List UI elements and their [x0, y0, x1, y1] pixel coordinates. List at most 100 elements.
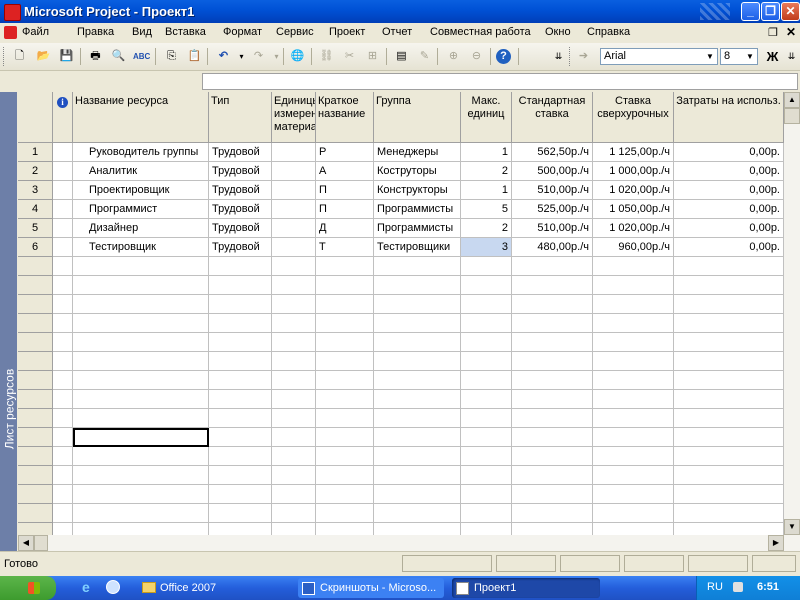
zoom-in-icon[interactable]: ⊕ — [445, 48, 462, 65]
new-icon[interactable]: 🗋 — [11, 48, 28, 65]
indicator-cell[interactable] — [53, 466, 73, 485]
cell-units[interactable] — [272, 219, 316, 238]
cell-name[interactable]: Тестировщик — [73, 238, 209, 257]
cell-std-rate[interactable] — [512, 409, 593, 428]
cell-ovt-rate[interactable] — [593, 409, 674, 428]
cell-cost-per-use[interactable] — [674, 485, 784, 504]
cell-group[interactable] — [374, 276, 461, 295]
cell-type[interactable] — [209, 314, 272, 333]
cell-cost-per-use[interactable] — [674, 333, 784, 352]
unlink-tasks-icon[interactable]: ✂ — [341, 48, 358, 65]
column-header-max-units[interactable]: Макс. единиц — [461, 92, 512, 143]
zoom-out-icon[interactable]: ⊖ — [468, 48, 485, 65]
row-header[interactable]: 4 — [18, 200, 53, 219]
cell-name[interactable] — [73, 447, 209, 466]
cell-type[interactable] — [209, 447, 272, 466]
cell-group[interactable] — [374, 466, 461, 485]
cell-max-units[interactable] — [461, 485, 512, 504]
language-indicator[interactable]: RU — [707, 581, 723, 593]
toolbar-options-icon[interactable]: ⇊ — [783, 48, 800, 65]
menu-help[interactable]: Справка — [587, 26, 630, 38]
cell-group[interactable] — [374, 485, 461, 504]
cell-std-rate[interactable]: 525,00р./ч — [512, 200, 593, 219]
column-header-cost-per-use[interactable]: Затраты на использ. — [674, 92, 784, 143]
cell-name[interactable] — [73, 390, 209, 409]
cell-max-units[interactable]: 2 — [461, 219, 512, 238]
cell-units[interactable] — [272, 257, 316, 276]
cell-cost-per-use[interactable]: 0,00р. — [674, 219, 784, 238]
column-header-group[interactable]: Группа — [374, 92, 461, 143]
menu-edit[interactable]: Правка — [77, 26, 114, 38]
cell-units[interactable] — [272, 409, 316, 428]
cell-type[interactable] — [209, 371, 272, 390]
cell-max-units[interactable] — [461, 390, 512, 409]
cell-ovt-rate[interactable] — [593, 466, 674, 485]
cell-std-rate[interactable] — [512, 485, 593, 504]
doc-restore-icon[interactable]: ❐ — [768, 26, 778, 39]
undo-dropdown-icon[interactable]: ▾ — [233, 48, 250, 65]
cell-group[interactable]: Программисты — [374, 200, 461, 219]
cell-max-units[interactable] — [461, 295, 512, 314]
hscroll-thumb[interactable] — [34, 535, 48, 551]
select-all-corner[interactable] — [18, 92, 53, 143]
cell-cost-per-use[interactable] — [674, 428, 784, 447]
cell-ovt-rate[interactable]: 1 020,00р./ч — [593, 181, 674, 200]
cell-std-rate[interactable] — [512, 352, 593, 371]
row-header[interactable]: 1 — [18, 143, 53, 162]
cell-max-units[interactable] — [461, 428, 512, 447]
cell-initials[interactable]: Т — [316, 238, 374, 257]
column-header-initials[interactable]: Краткое название — [316, 92, 374, 143]
cell-units[interactable] — [272, 352, 316, 371]
cell-ovt-rate[interactable]: 1 050,00р./ч — [593, 200, 674, 219]
indicator-cell[interactable] — [53, 238, 73, 257]
row-header[interactable] — [18, 314, 53, 333]
menu-file[interactable]: Файл — [22, 26, 49, 38]
menu-insert[interactable]: Вставка — [165, 26, 206, 38]
column-indicators[interactable]: i — [53, 92, 73, 143]
web-globe-icon[interactable]: 🌐 — [289, 48, 306, 65]
cell-type[interactable] — [209, 295, 272, 314]
row-header[interactable] — [18, 504, 53, 523]
cell-initials[interactable] — [316, 314, 374, 333]
close-button[interactable]: ✕ — [781, 2, 800, 21]
menu-tools[interactable]: Сервис — [276, 26, 314, 38]
cell-type[interactable] — [209, 428, 272, 447]
cell-group[interactable] — [374, 295, 461, 314]
cell-initials[interactable] — [316, 257, 374, 276]
cell-initials[interactable]: Р — [316, 143, 374, 162]
cell-ovt-rate[interactable] — [593, 447, 674, 466]
cell-ovt-rate[interactable] — [593, 390, 674, 409]
cell-group[interactable]: Конструкторы — [374, 181, 461, 200]
cell-name[interactable]: Аналитик — [73, 162, 209, 181]
cell-initials[interactable] — [316, 409, 374, 428]
save-icon[interactable]: 💾 — [58, 48, 75, 65]
cell-name[interactable]: Руководитель группы — [73, 143, 209, 162]
row-header[interactable] — [18, 333, 53, 352]
taskbar-item-folder[interactable]: Office 2007 — [138, 578, 286, 598]
cell-group[interactable]: Менеджеры — [374, 143, 461, 162]
redo-icon[interactable]: ↷ — [250, 48, 267, 65]
cell-std-rate[interactable]: 510,00р./ч — [512, 181, 593, 200]
cell-cost-per-use[interactable] — [674, 276, 784, 295]
cell-units[interactable] — [272, 181, 316, 200]
cell-type[interactable]: Трудовой — [209, 143, 272, 162]
column-header-std-rate[interactable]: Стандартная ставка — [512, 92, 593, 143]
cell-name[interactable] — [73, 504, 209, 523]
cell-ovt-rate[interactable] — [593, 428, 674, 447]
cell-ovt-rate[interactable] — [593, 333, 674, 352]
cell-ovt-rate[interactable] — [593, 352, 674, 371]
cell-initials[interactable] — [316, 390, 374, 409]
cell-units[interactable] — [272, 200, 316, 219]
cell-name[interactable]: Проектировщик — [73, 181, 209, 200]
cell-group[interactable] — [374, 352, 461, 371]
cell-cost-per-use[interactable] — [674, 314, 784, 333]
cell-type[interactable]: Трудовой — [209, 162, 272, 181]
cell-max-units[interactable] — [461, 352, 512, 371]
cell-name[interactable]: Дизайнер — [73, 219, 209, 238]
cell-cost-per-use[interactable] — [674, 390, 784, 409]
row-header[interactable] — [18, 428, 53, 447]
cell-cost-per-use[interactable] — [674, 257, 784, 276]
cell-initials[interactable] — [316, 485, 374, 504]
cell-std-rate[interactable]: 562,50р./ч — [512, 143, 593, 162]
cell-std-rate[interactable] — [512, 371, 593, 390]
